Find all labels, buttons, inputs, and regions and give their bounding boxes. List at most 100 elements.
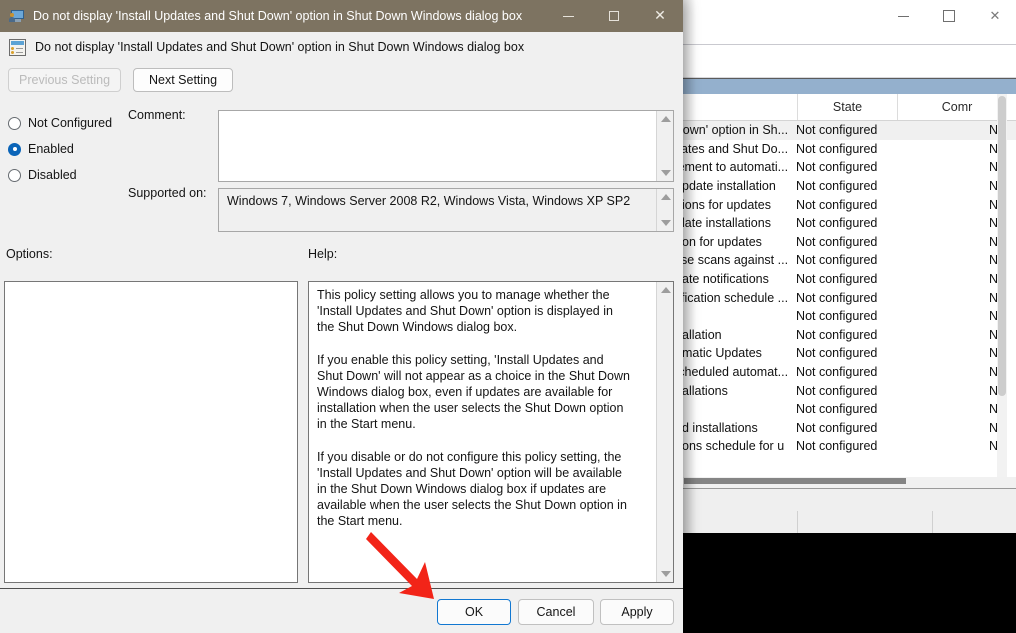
radio-indicator-selected [8,142,21,156]
scroll-down-icon[interactable] [657,165,674,181]
policy-window-icon [9,8,25,24]
apply-button[interactable]: Apply [600,599,674,625]
dialog-maximize-button[interactable] [591,0,637,32]
table-row[interactable]: tification schedule ... Not configured N [682,288,1016,307]
table-row[interactable]: allation Not configured N [682,326,1016,345]
close-icon: ✕ [989,8,1001,24]
supported-on-field: Windows 7, Windows Server 2008 R2, Windo… [218,188,674,232]
cell-policy-name: late installations [682,216,771,231]
dialog-title: Do not display 'Install Updates and Shut… [33,9,523,23]
cell-policy-name: allation [682,327,722,342]
cell-state: Not configured [796,365,878,380]
ok-button[interactable]: OK [437,599,511,625]
cell-policy-name: ions for updates [682,197,771,212]
radio-indicator [8,116,21,130]
table-row[interactable]: pdate installation Not configured N [682,177,1016,196]
cell-state: Not configured [796,179,878,194]
help-panel[interactable]: This policy setting allows you to manage… [308,281,674,583]
horizontal-scrollbar-thumb[interactable] [684,478,906,484]
comment-input[interactable] [218,110,674,182]
scroll-up-icon[interactable] [657,111,674,127]
scroll-down-icon[interactable] [657,215,674,231]
cell-state: Not configured [796,439,878,454]
table-row[interactable]: ement to automati... Not configured N [682,158,1016,177]
policy-list-vertical-scrollbar[interactable] [997,94,1007,477]
cell-state: Not configured [796,346,878,361]
background-minimize-button[interactable] [880,0,926,32]
extended-standard-tabstrip[interactable] [682,489,1016,512]
cell-policy-name: tification schedule ... [682,290,789,305]
scroll-up-icon[interactable] [657,189,674,205]
cell-state: Not configured [796,160,878,175]
cell-policy-name: ement to automati... [682,160,789,175]
radio-enabled[interactable]: Enabled [8,136,128,162]
table-row[interactable]: Not configured N [682,307,1016,326]
background-statusbar [682,511,1016,534]
column-header-name[interactable] [682,94,797,120]
help-paragraph: If you enable this policy setting, 'Inst… [317,352,630,432]
cell-state: Not configured [796,420,878,435]
radio-label: Disabled [28,168,77,182]
column-header-state[interactable]: State [797,94,897,120]
supported-on-value: Windows 7, Windows Server 2008 R2, Windo… [227,194,631,208]
table-row[interactable]: scheduled automat... Not configured N [682,363,1016,382]
table-row[interactable]: d installations Not configured N [682,419,1016,438]
table-row[interactable]: allations Not configured N [682,381,1016,400]
supported-on-scrollbar[interactable] [656,189,673,231]
dialog-close-button[interactable]: ✕ [637,0,683,32]
comment-label: Comment: [128,108,186,122]
scroll-down-icon[interactable] [657,566,673,582]
scrollbar-thumb[interactable] [998,96,1006,396]
table-row[interactable]: Not configured N [682,400,1016,419]
next-setting-button[interactable]: Next Setting [133,68,234,92]
cell-policy-name: Down' option in Sh... [682,123,789,138]
table-row[interactable]: Down' option in Sh... Not configured N [682,121,1016,140]
cell-state: Not configured [796,234,878,249]
help-scrollbar[interactable] [656,282,673,582]
dialog-titlebar[interactable]: Do not display 'Install Updates and Shut… [0,0,683,32]
cell-policy-name: dates and Shut Do... [682,141,789,156]
comment-scrollbar[interactable] [656,111,673,181]
cell-state: Not configured [796,253,878,268]
table-row[interactable]: ause scans against ...Not configuredN [682,251,1016,270]
policy-setting-dialog: Do not display 'Install Updates and Shut… [0,0,683,633]
cell-policy-name: ons schedule for u [682,439,785,454]
minimize-icon [897,15,909,17]
table-row[interactable]: ons schedule for u Not configured N [682,437,1016,456]
help-label: Help: [308,247,338,261]
policy-setting-icon [9,38,26,56]
minimize-icon [562,15,574,17]
statusbar-cell-2 [798,511,933,533]
table-row[interactable]: matic Updates Not configured N [682,344,1016,363]
table-row[interactable]: late installations Not configured N [682,214,1016,233]
radio-disabled[interactable]: Disabled [8,162,128,188]
policy-settings-list[interactable]: State Comr Down' option in Sh... Not conf… [682,94,1016,477]
maximize-icon [943,10,955,22]
scroll-up-icon[interactable] [657,282,673,298]
background-maximize-button[interactable] [926,0,972,32]
table-row[interactable]: ate notifications Not configured N [682,270,1016,289]
cancel-button[interactable]: Cancel [518,599,594,625]
options-panel[interactable] [4,281,298,583]
cell-policy-name: pdate installation [682,179,776,194]
policy-state-radio-group: Not Configured Enabled Disabled [8,110,128,188]
cell-policy-name: ate notifications [682,272,769,287]
table-row[interactable]: on for updates Not configured N [682,233,1016,252]
policy-list-rows: Down' option in Sh... Not configured N date… [682,121,1016,456]
close-icon: ✕ [654,8,666,24]
radio-indicator [8,168,21,182]
background-close-button[interactable]: ✕ [972,0,1016,32]
cell-policy-name: matic Updates [682,346,762,361]
background-selection-band [682,78,1016,95]
cell-state: Not configured [796,290,878,305]
cell-state: Not configured [796,272,878,287]
radio-label: Enabled [28,142,74,156]
table-row[interactable]: dates and Shut Do... Not configured N [682,140,1016,159]
cell-state: Not configured [796,402,878,417]
cell-policy-name: allations [682,383,728,398]
help-text: This policy setting allows you to manage… [309,282,640,535]
dialog-minimize-button[interactable] [545,0,591,32]
previous-setting-button[interactable]: Previous Setting [8,68,122,92]
table-row[interactable]: ions for updates Not configured N [682,195,1016,214]
radio-not-configured[interactable]: Not Configured [8,110,128,136]
